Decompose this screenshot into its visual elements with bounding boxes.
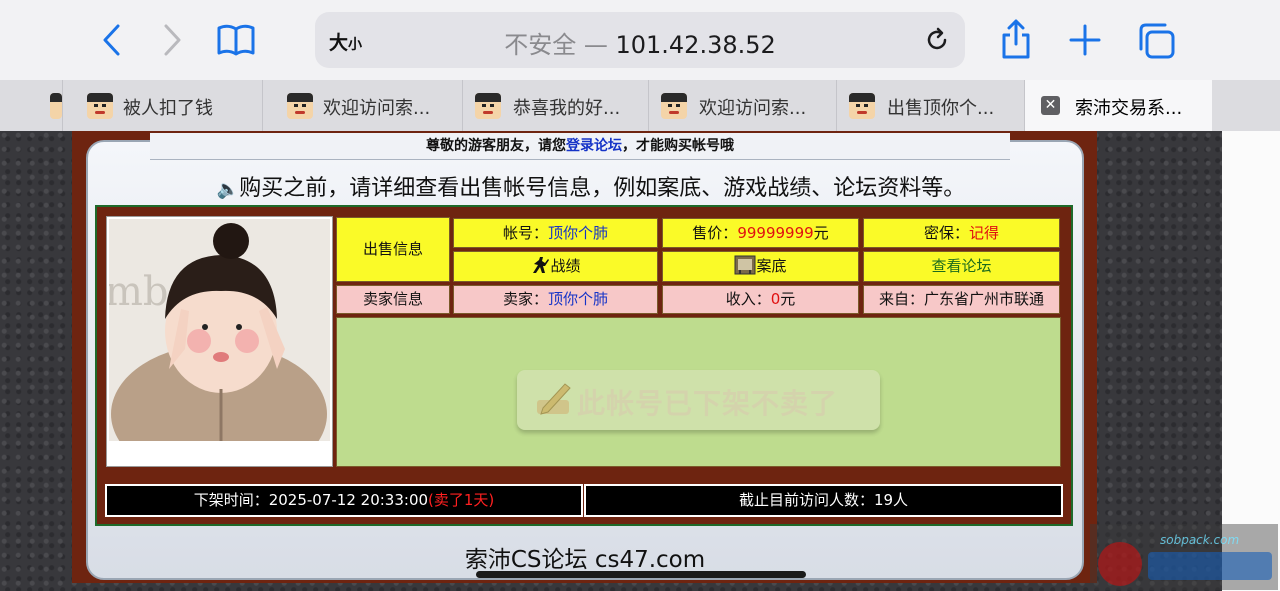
- close-tab-icon[interactable]: ✕: [1041, 96, 1060, 115]
- tab-4[interactable]: 欢迎访问索...: [648, 80, 836, 131]
- forward-icon[interactable]: [160, 22, 184, 58]
- game-record-button[interactable]: 战绩: [453, 251, 658, 282]
- forum-footer: 索沛CS论坛 cs47.com: [464, 547, 706, 573]
- favicon-icon: [287, 93, 313, 119]
- site-watermark-logo: sobpack.com: [1090, 524, 1278, 590]
- url-display[interactable]: 不安全 — 101.42.38.52: [315, 25, 965, 60]
- visitor-count-cell: 截止目前访问人数：19人: [584, 484, 1063, 517]
- origin-cell: 来自：广东省广州市联通: [863, 285, 1060, 314]
- page-side-blank: [1222, 131, 1280, 591]
- back-icon[interactable]: [100, 22, 124, 58]
- tab-label: 索沛交易系...: [1075, 98, 1183, 119]
- tab-label: 欢迎访问索...: [323, 98, 431, 119]
- favicon-icon: [661, 93, 687, 119]
- view-forum-link[interactable]: 查看论坛: [863, 251, 1060, 282]
- case-record-button[interactable]: 案底: [662, 251, 859, 282]
- tab-active[interactable]: ✕ 索沛交易系...: [1024, 80, 1212, 131]
- favicon-icon: [849, 93, 875, 119]
- svg-text:mb: mb: [109, 269, 169, 315]
- price-cell: 售价：99999999元: [662, 218, 859, 248]
- child-photo-image: mb: [109, 219, 330, 441]
- reload-icon[interactable]: [923, 26, 951, 54]
- delist-time-cell: 下架时间：2025-07-12 20:33:00(卖了1天): [105, 484, 583, 517]
- sale-info-header: 出售信息: [336, 217, 450, 282]
- bookmarks-icon[interactable]: [216, 22, 256, 58]
- home-indicator[interactable]: [476, 571, 806, 578]
- tabs-overview-icon[interactable]: [1137, 22, 1177, 60]
- favicon-icon: [50, 93, 62, 119]
- account-name[interactable]: 顶你个肺: [548, 224, 608, 242]
- insecure-label: 不安全 —: [504, 31, 616, 59]
- delisted-stamp: 此帐号已下架不卖了: [517, 370, 880, 430]
- account-photo: mb: [106, 216, 333, 467]
- account-cell: 帐号：顶你个肺: [453, 218, 658, 248]
- tab-label: 出售顶你个...: [887, 98, 995, 119]
- share-icon[interactable]: [1000, 18, 1032, 60]
- seller-info-header: 卖家信息: [336, 285, 450, 314]
- case-icon: [734, 254, 756, 276]
- login-forum-link[interactable]: 登录论坛: [566, 138, 622, 154]
- favicon-icon: [87, 93, 113, 119]
- guest-notice: 尊敬的游客朋友，请您登录论坛，才能购买帐号哦: [150, 133, 1010, 160]
- income-cell: 收入：0元: [662, 285, 859, 314]
- browser-toolbar: 大小 不安全 — 101.42.38.52: [0, 0, 1280, 80]
- security-cell: 密保：记得: [863, 218, 1060, 248]
- purchase-warning: 🔈购买之前，请详细查看出售帐号信息，例如案底、游戏战绩、论坛资料等。: [216, 176, 966, 201]
- gunman-icon: [530, 255, 550, 275]
- pen-paper-icon: [537, 383, 571, 415]
- new-tab-icon[interactable]: [1068, 22, 1102, 58]
- tab-1[interactable]: 被人扣了钱: [62, 80, 274, 131]
- tab-5[interactable]: 出售顶你个...: [836, 80, 1024, 131]
- tab-label: 被人扣了钱: [123, 98, 213, 119]
- tab-2[interactable]: 欢迎访问索...: [262, 80, 462, 131]
- tab-bar: 被人扣了钱 欢迎访问索... 恭喜我的好... 欢迎访问索... 出售顶你个..…: [0, 80, 1280, 131]
- seller-cell: 卖家：顶你个肺: [453, 285, 658, 314]
- security-value: 记得: [969, 224, 1000, 242]
- tab-label: 恭喜我的好...: [513, 98, 621, 119]
- price-value: 99999999: [737, 224, 814, 242]
- favicon-icon: [475, 93, 501, 119]
- tab-partial[interactable]: [0, 80, 62, 131]
- speaker-icon: 🔈: [216, 179, 240, 200]
- seller-name[interactable]: 顶你个肺: [548, 290, 608, 308]
- svg-text:sobpack.com: sobpack.com: [1160, 533, 1239, 547]
- delisted-text: 此帐号已下架不卖了: [577, 387, 839, 420]
- url-host: 101.42.38.52: [615, 31, 776, 59]
- tab-label: 欢迎访问索...: [699, 98, 807, 119]
- tab-3[interactable]: 恭喜我的好...: [462, 80, 648, 131]
- address-bar[interactable]: 大小 不安全 — 101.42.38.52: [315, 12, 965, 68]
